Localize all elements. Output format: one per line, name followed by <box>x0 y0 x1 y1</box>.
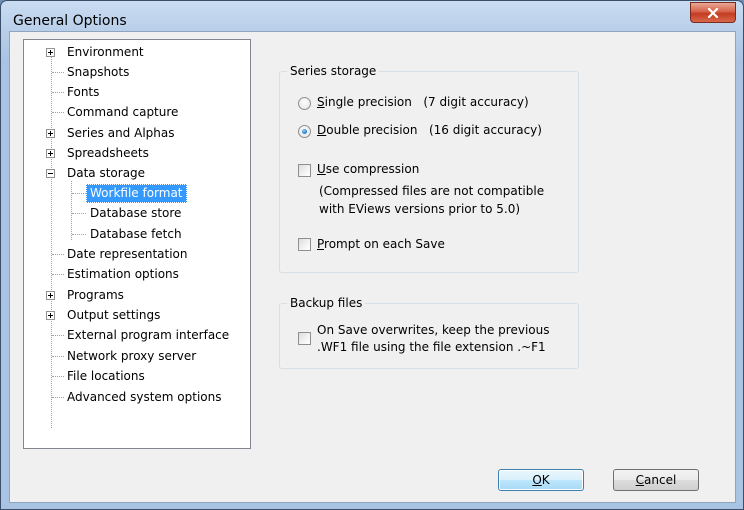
prompt-on-save-checkbox[interactable] <box>298 238 311 251</box>
group-title: Series storage <box>287 64 380 78</box>
tree-item-label: Database fetch <box>90 227 182 241</box>
use-compression-checkbox[interactable] <box>298 164 311 177</box>
expand-icon[interactable] <box>46 129 55 138</box>
expand-icon[interactable] <box>46 291 55 300</box>
tree-item-label: File locations <box>67 369 145 383</box>
keep-previous-label-line-2[interactable]: .WF1 file using the file extension .~F1 <box>317 340 546 355</box>
tree-item-label: Advanced system options <box>67 390 222 404</box>
tree-item-label: Network proxy server <box>67 349 197 363</box>
tree-item-label: Date representation <box>67 247 188 261</box>
expand-icon[interactable] <box>46 149 55 158</box>
ok-button[interactable]: OK <box>498 469 584 491</box>
tree-item-label: Workfile format <box>86 184 187 203</box>
expand-icon[interactable] <box>46 311 55 320</box>
expand-icon[interactable] <box>46 48 55 57</box>
single-precision-radio[interactable] <box>298 97 311 110</box>
compression-note-line-1: (Compressed files are not compatible <box>319 184 545 198</box>
double-precision-label[interactable]: Double precision (16 digit accuracy) <box>317 123 542 138</box>
tree-item-label: Spreadsheets <box>67 146 149 160</box>
single-precision-label[interactable]: Single precision (7 digit accuracy) <box>317 95 529 110</box>
cancel-button[interactable]: Cancel <box>613 469 699 491</box>
tree-item-label: External program interface <box>67 328 230 342</box>
keep-previous-checkbox[interactable] <box>298 332 311 345</box>
tree-item-label: Output settings <box>67 308 161 322</box>
tree-item-label: Data storage <box>67 166 146 180</box>
dialog-window: General Options Environment Snapshots Fo… <box>0 0 744 510</box>
tree-connector <box>51 52 52 428</box>
tree-item-label: Programs <box>67 288 124 302</box>
radio-selected-dot <box>302 129 307 134</box>
tree-item-label: Database store <box>90 206 182 220</box>
keep-previous-label-line-1[interactable]: On Save overwrites, keep the previous <box>317 323 549 338</box>
close-icon <box>707 7 719 18</box>
tree-item-label: Command capture <box>67 105 179 119</box>
tree-item-label: Fonts <box>67 85 100 99</box>
tree-connector <box>71 181 72 240</box>
options-tree[interactable]: Environment Snapshots Fonts Command capt… <box>23 39 251 449</box>
close-button[interactable] <box>690 2 736 23</box>
group-title: Backup files <box>287 296 366 310</box>
collapse-icon[interactable] <box>46 169 55 178</box>
tree-item-label: Environment <box>67 45 144 59</box>
tree-item-label: Snapshots <box>67 65 130 79</box>
use-compression-label[interactable]: Use compression <box>317 162 419 177</box>
double-precision-radio[interactable] <box>298 125 311 138</box>
prompt-on-save-label[interactable]: Prompt on each Save <box>317 237 445 252</box>
window-title: General Options <box>13 13 127 29</box>
compression-note-line-2: with EViews versions prior to 5.0) <box>319 202 521 216</box>
tree-item-label: Series and Alphas <box>67 126 175 140</box>
tree-item-label: Estimation options <box>67 267 179 281</box>
